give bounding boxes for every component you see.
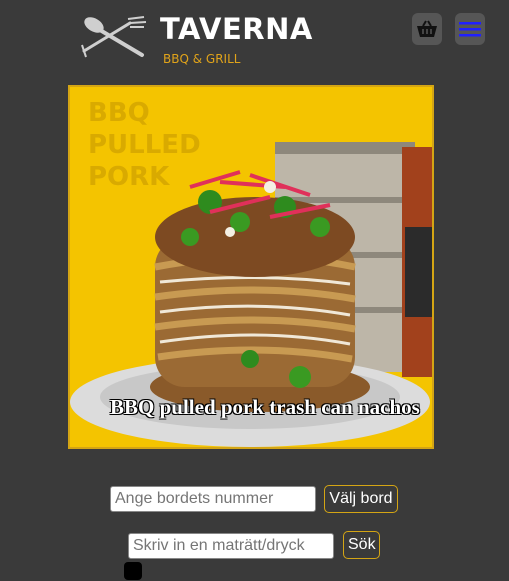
featured-dish-image[interactable]: BBQ PULLED PORK BBQ pulled pork trash ca… (68, 85, 434, 449)
overlay-text-line: PULLED (88, 130, 201, 160)
search-button[interactable]: Sök (343, 531, 380, 559)
select-table-button[interactable]: Välj bord (324, 485, 398, 513)
crossed-cutlery-icon (81, 16, 147, 58)
brand-name[interactable]: TAVERNA (160, 12, 313, 46)
brand-tagline: BBQ & GRILL (163, 52, 241, 66)
hamburger-icon (459, 22, 481, 37)
menu-button[interactable] (455, 13, 485, 45)
floating-widget[interactable] (124, 562, 142, 580)
dish-search-input[interactable] (128, 533, 334, 559)
basket-icon (417, 20, 437, 37)
overlay-text-line: BBQ (88, 98, 150, 128)
table-number-input[interactable] (110, 486, 316, 512)
dish-caption: BBQ pulled pork trash can nachos (110, 395, 420, 419)
overlay-text-line: PORK (88, 162, 170, 192)
site-header: TAVERNA BBQ & GRILL (0, 0, 509, 80)
cart-button[interactable] (412, 13, 442, 45)
